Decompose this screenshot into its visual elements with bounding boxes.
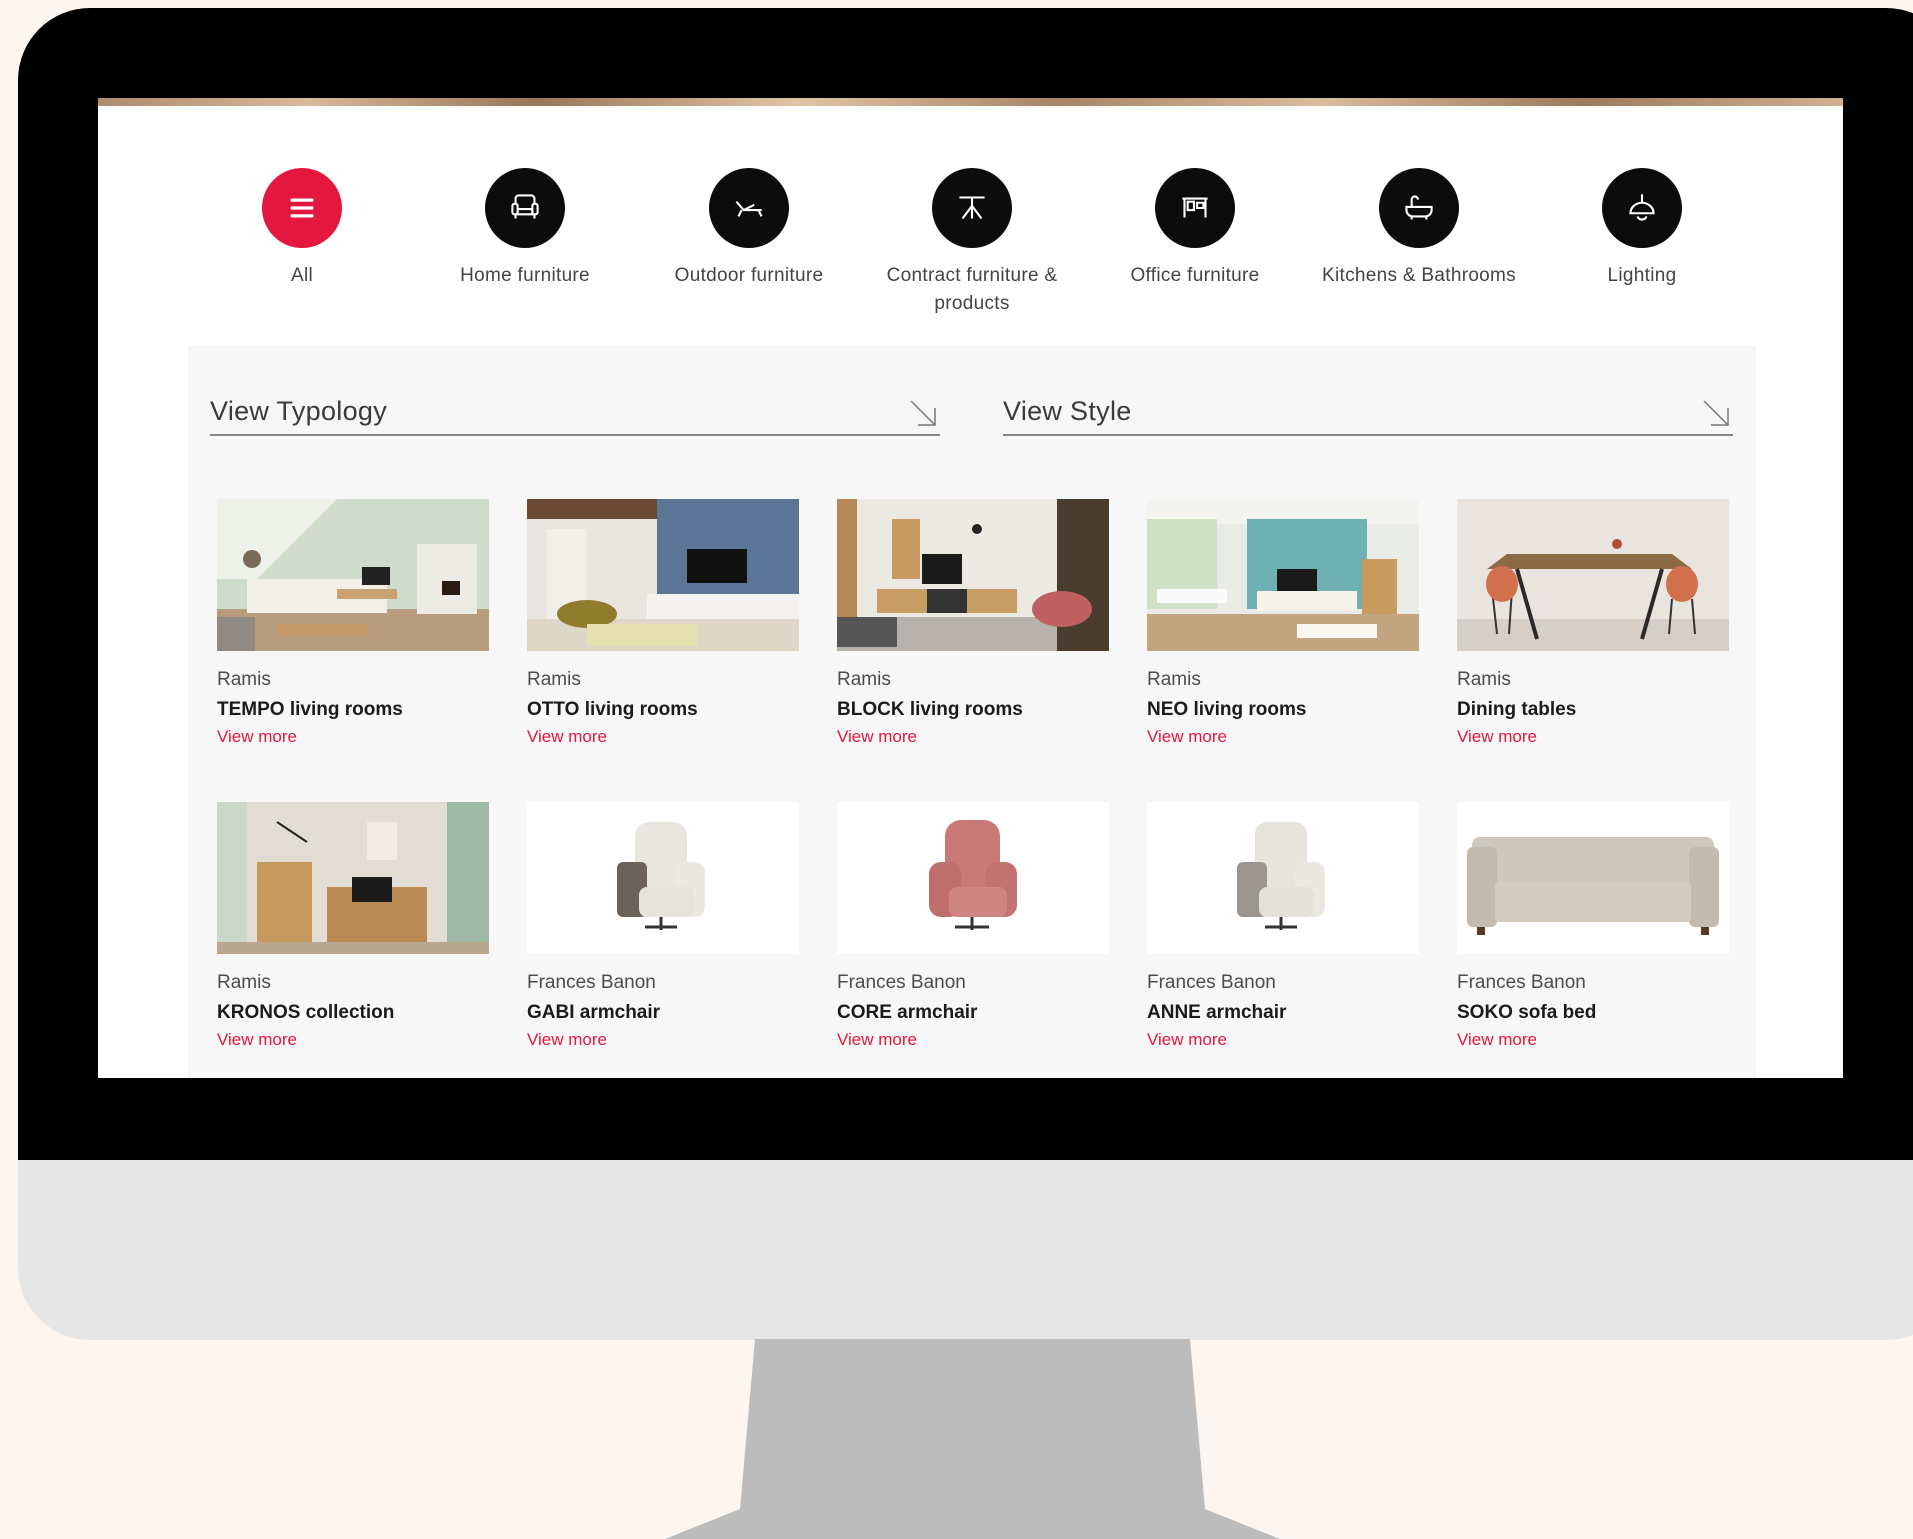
product-image[interactable]: [1147, 499, 1419, 651]
category-lighting[interactable]: Lighting: [1542, 168, 1742, 290]
view-more-link[interactable]: View more: [837, 727, 1109, 747]
arrow-down-right-icon: [910, 400, 936, 426]
product-name[interactable]: BLOCK living rooms: [837, 699, 1109, 721]
product-card-core[interactable]: Frances Banon CORE armchair View more: [837, 802, 1109, 1050]
view-style-label: View Style: [1003, 396, 1132, 426]
product-brand: Frances Banon: [527, 972, 656, 993]
product-card-kronos[interactable]: Ramis KRONOS collection View more: [217, 802, 489, 1050]
bathtub-icon: [1379, 168, 1459, 248]
category-label: Contract furniture & products: [886, 265, 1058, 314]
view-more-link[interactable]: View more: [1457, 727, 1729, 747]
category-nav: All Home furniture Outdoor furniture Con…: [98, 168, 1843, 328]
view-style-dropdown[interactable]: View Style: [1003, 376, 1733, 436]
category-outdoor-furniture[interactable]: Outdoor furniture: [649, 168, 849, 290]
product-brand: Frances Banon: [1147, 972, 1276, 993]
menu-icon: [262, 168, 342, 248]
product-image[interactable]: [527, 499, 799, 651]
category-label: Home furniture: [460, 265, 590, 286]
monitor-chin: [18, 1160, 1913, 1340]
product-name[interactable]: OTTO living rooms: [527, 699, 799, 721]
category-office-furniture[interactable]: Office furniture: [1095, 168, 1295, 290]
product-name[interactable]: ANNE armchair: [1147, 1002, 1419, 1024]
product-card-otto[interactable]: Ramis OTTO living rooms View more: [527, 499, 799, 747]
product-name[interactable]: KRONOS collection: [217, 1002, 489, 1024]
monitor-stand: [665, 1339, 1280, 1539]
view-more-link[interactable]: View more: [217, 1030, 489, 1050]
view-typology-dropdown[interactable]: View Typology: [210, 376, 940, 436]
view-more-link[interactable]: View more: [217, 727, 489, 747]
product-image[interactable]: [1457, 802, 1729, 954]
product-brand: Ramis: [837, 669, 891, 690]
armchair-icon: [485, 168, 565, 248]
category-all[interactable]: All: [202, 168, 402, 290]
browser-screen: All Home furniture Outdoor furniture Con…: [98, 98, 1843, 1078]
product-image[interactable]: [1147, 802, 1419, 954]
product-name[interactable]: GABI armchair: [527, 1002, 799, 1024]
product-card-neo[interactable]: Ramis NEO living rooms View more: [1147, 499, 1419, 747]
product-panel: View Typology View Style Ramis TEMPO liv…: [188, 346, 1756, 1078]
product-card-tempo[interactable]: Ramis TEMPO living rooms View more: [217, 499, 489, 747]
table-icon: [932, 168, 1012, 248]
view-more-link[interactable]: View more: [1147, 1030, 1419, 1050]
view-typology-label: View Typology: [210, 396, 388, 426]
product-name[interactable]: Dining tables: [1457, 699, 1729, 721]
product-name[interactable]: NEO living rooms: [1147, 699, 1419, 721]
product-brand: Ramis: [217, 669, 271, 690]
product-image[interactable]: [837, 802, 1109, 954]
product-image[interactable]: [527, 802, 799, 954]
product-image[interactable]: [217, 802, 489, 954]
product-card-dining-tables[interactable]: Ramis Dining tables View more: [1457, 499, 1729, 747]
product-brand: Ramis: [1147, 669, 1201, 690]
category-label: Office furniture: [1130, 265, 1260, 286]
view-more-link[interactable]: View more: [1457, 1030, 1729, 1050]
sun-lounger-icon: [709, 168, 789, 248]
view-more-link[interactable]: View more: [527, 727, 799, 747]
ceiling-lamp-icon: [1602, 168, 1682, 248]
product-card-anne[interactable]: Frances Banon ANNE armchair View more: [1147, 802, 1419, 1050]
product-brand: Ramis: [527, 669, 581, 690]
product-image[interactable]: [837, 499, 1109, 651]
view-more-link[interactable]: View more: [837, 1030, 1109, 1050]
product-name[interactable]: TEMPO living rooms: [217, 699, 489, 721]
arrow-down-right-icon: [1703, 400, 1729, 426]
category-home-furniture[interactable]: Home furniture: [425, 168, 625, 290]
category-label: All: [290, 265, 313, 286]
view-more-link[interactable]: View more: [1147, 727, 1419, 747]
product-name[interactable]: CORE armchair: [837, 1002, 1109, 1024]
hero-image-strip: [98, 98, 1843, 106]
product-brand: Frances Banon: [1457, 972, 1586, 993]
category-contract-furniture[interactable]: Contract furniture & products: [872, 168, 1072, 318]
product-image[interactable]: [217, 499, 489, 651]
view-more-link[interactable]: View more: [527, 1030, 799, 1050]
product-name[interactable]: SOKO sofa bed: [1457, 1002, 1729, 1024]
product-brand: Ramis: [217, 972, 271, 993]
product-card-block[interactable]: Ramis BLOCK living rooms View more: [837, 499, 1109, 747]
product-card-gabi[interactable]: Frances Banon GABI armchair View more: [527, 802, 799, 1050]
desk-icon: [1155, 168, 1235, 248]
product-image[interactable]: [1457, 499, 1729, 651]
product-brand: Ramis: [1457, 669, 1511, 690]
category-kitchens-bathrooms[interactable]: Kitchens & Bathrooms: [1319, 168, 1519, 290]
category-label: Lighting: [1607, 265, 1677, 286]
category-label: Outdoor furniture: [674, 265, 824, 286]
product-card-soko[interactable]: Frances Banon SOKO sofa bed View more: [1457, 802, 1729, 1050]
category-label: Kitchens & Bathrooms: [1322, 265, 1516, 286]
product-brand: Frances Banon: [837, 972, 966, 993]
